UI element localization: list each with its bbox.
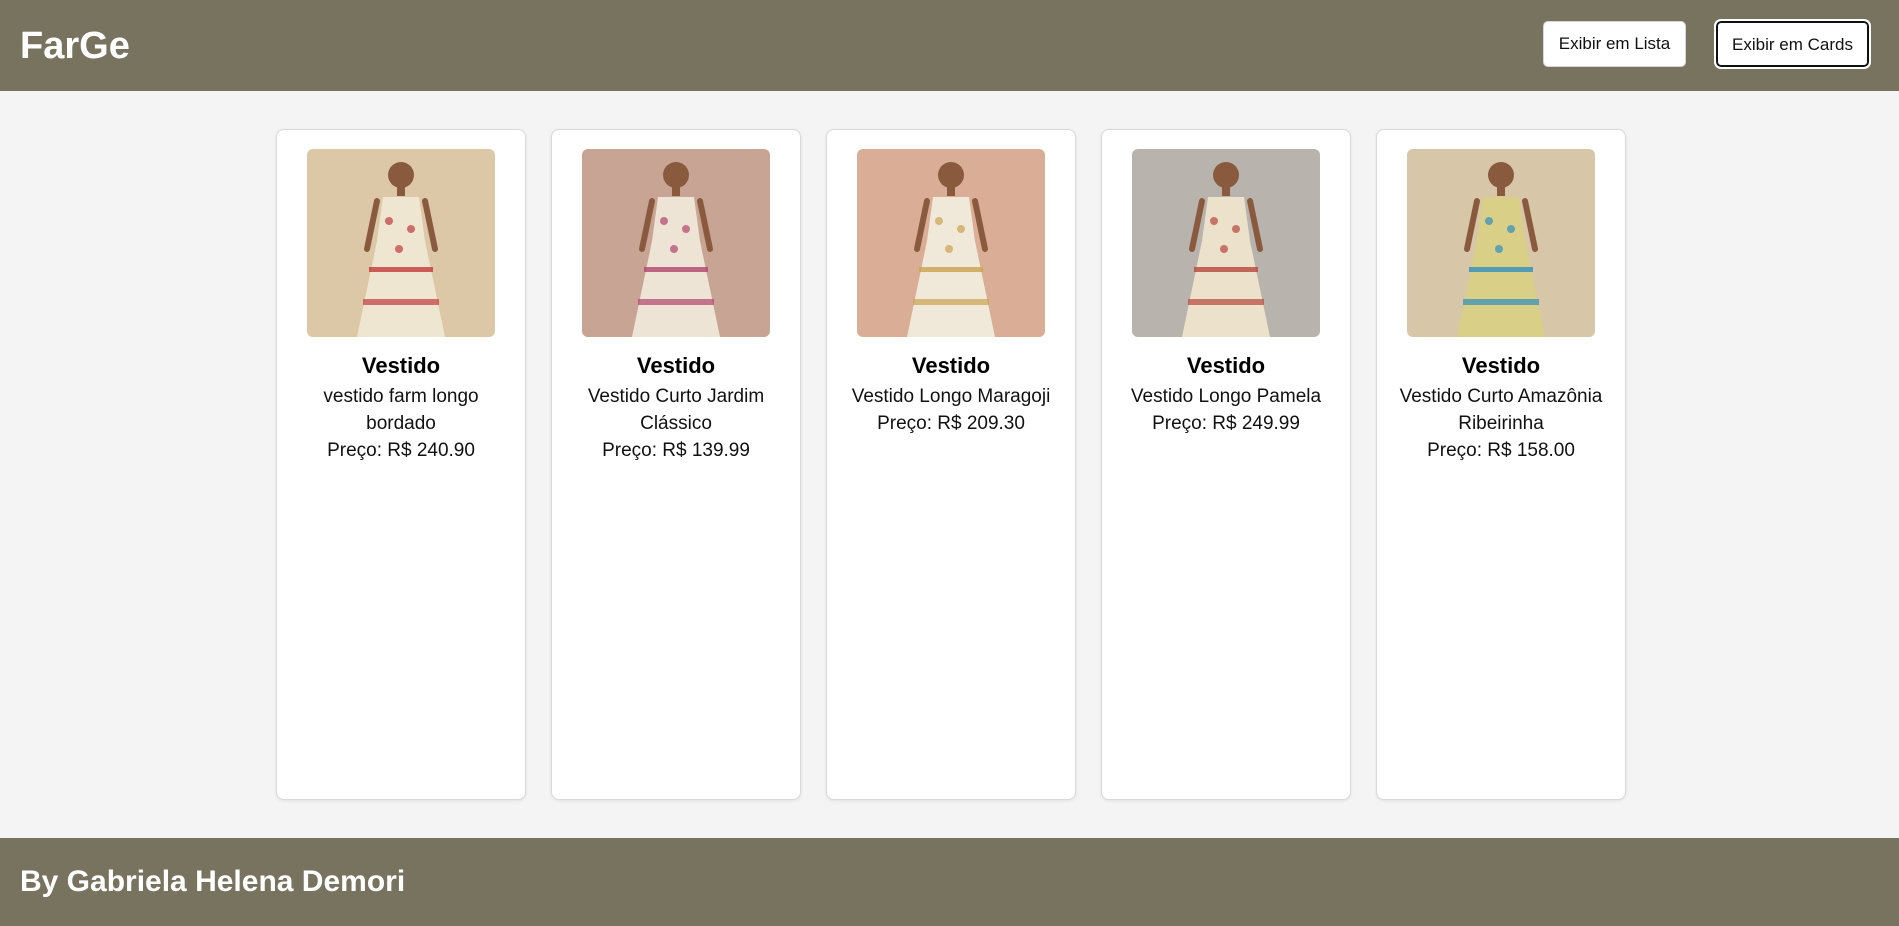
product-card[interactable]: Vestido Vestido Curto Jardim Clássico Preç… [551,129,801,800]
product-name: vestido farm longo bordado [323,386,479,434]
product-title: Vestido [361,353,441,378]
product-name: Vestido Longo Maragoji [851,386,1051,407]
site-footer: By Gabriela Helena Demori [0,838,1899,926]
cards-view-button[interactable]: Exibir em Cards [1715,20,1870,68]
brand-logo[interactable]: FarGe [20,24,130,68]
site-header: FarGe Exibir em Lista Exibir em Cards [0,0,1899,91]
product-name: Vestido Curto Jardim Clássico [587,386,765,434]
product-title: Vestido [1186,353,1266,378]
product-image[interactable] [307,149,495,337]
footer-credit: By Gabriela Helena Demori [20,865,406,898]
product-price: Preço: R$ 158.00 [1427,440,1575,461]
product-card[interactable]: Vestido Vestido Longo Maragoji Preço: R$ 2… [826,129,1076,800]
product-name: Vestido Longo Pamela [1130,386,1322,407]
product-info: vestido farm longo bordado Preço: R$ 240.… [297,383,505,464]
product-price: Preço: R$ 249.99 [1152,413,1300,434]
product-price: Preço: R$ 240.90 [327,440,475,461]
product-title: Vestido [636,353,716,378]
product-price: Preço: R$ 139.99 [602,440,750,461]
product-image[interactable] [1407,149,1595,337]
product-image[interactable] [1132,149,1320,337]
product-card[interactable]: Vestido vestido farm longo bordado Preço: … [276,129,526,800]
product-info: Vestido Longo Maragoji Preço: R$ 209.30 [847,383,1055,437]
product-image[interactable] [582,149,770,337]
product-title: Vestido [911,353,991,378]
product-name: Vestido Curto Amazônia Ribeirinha [1399,386,1603,434]
product-info: Vestido Curto Amazônia Ribeirinha Preço: … [1397,383,1605,464]
product-card[interactable]: Vestido Vestido Longo Pamela Preço: R$ 249… [1101,129,1351,800]
product-info: Vestido Curto Jardim Clássico Preço: R$ 1… [572,383,780,464]
product-card[interactable]: Vestido Vestido Curto Amazônia Ribeirinha… [1376,129,1626,800]
list-view-button[interactable]: Exibir em Lista [1543,21,1686,67]
product-price: Preço: R$ 209.30 [877,413,1025,434]
product-grid: Vestido vestido farm longo bordado Preço: … [0,91,1899,838]
product-title: Vestido [1461,353,1541,378]
product-info: Vestido Longo Pamela Preço: R$ 249.99 [1122,383,1330,437]
product-image[interactable] [857,149,1045,337]
